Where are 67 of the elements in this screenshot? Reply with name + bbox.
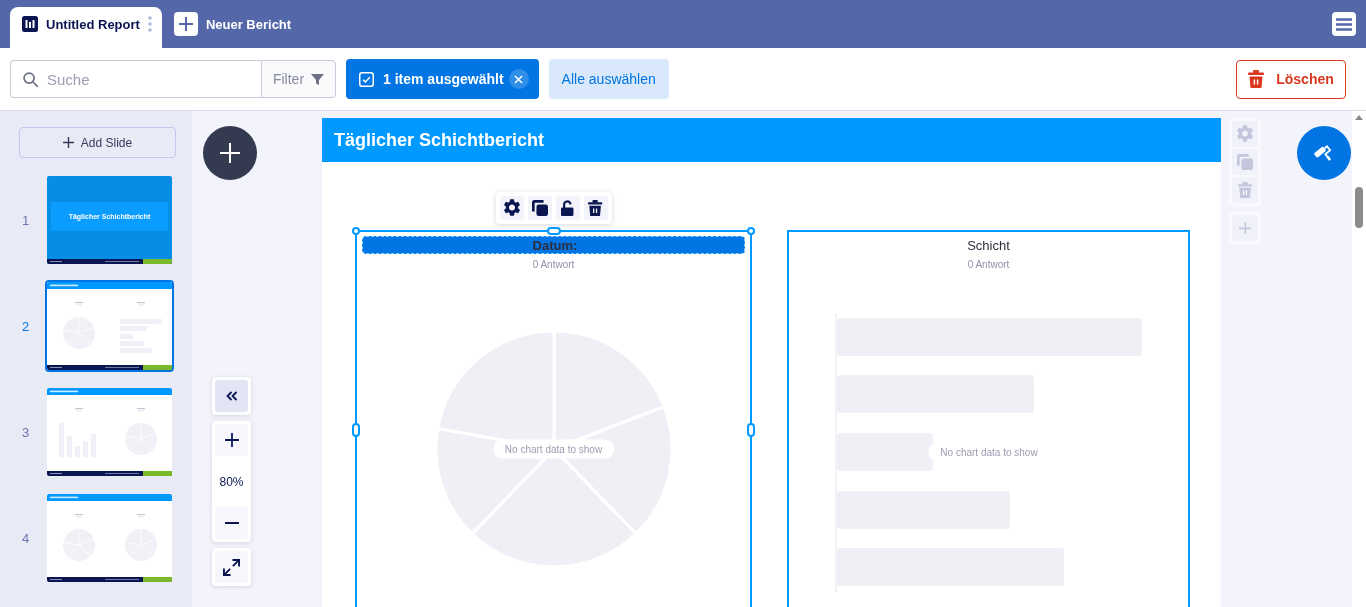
delete-button[interactable]: Löschen <box>1236 59 1346 99</box>
bar-chart-widget[interactable]: Schicht 0 Antwort No chart data to show <box>787 230 1190 607</box>
close-icon <box>514 74 524 84</box>
unlock-button[interactable] <box>555 196 580 220</box>
no-data-label: No chart data to show <box>492 439 615 459</box>
scrollbar-thumb[interactable] <box>1355 187 1363 228</box>
scroll-up-arrow-icon <box>1355 115 1363 120</box>
plus-icon <box>220 143 240 163</box>
selection-chip[interactable]: 1 item ausgewählt <box>346 59 539 99</box>
fullscreen-button[interactable] <box>215 551 248 583</box>
trash-icon <box>588 200 603 216</box>
slide-thumbnail[interactable] <box>45 280 174 372</box>
select-all-button[interactable]: Alle auswählen <box>548 59 669 99</box>
slide-thumbnail[interactable] <box>47 494 172 582</box>
clear-selection-button[interactable] <box>508 69 529 89</box>
widget-title: Schicht <box>966 236 1011 254</box>
settings-button[interactable] <box>499 196 524 220</box>
expand-arrows-icon <box>223 558 240 576</box>
resize-handle[interactable] <box>546 227 561 235</box>
new-report-button[interactable]: Neuer Bericht <box>173 12 292 36</box>
response-count: 0 Antwort <box>967 259 1010 270</box>
checkbox-icon <box>359 71 374 87</box>
slide-title: Täglicher Schichtbericht <box>334 129 545 151</box>
report-tab[interactable]: Untitled Report <box>10 7 162 48</box>
double-chevron-left-icon <box>225 391 238 401</box>
search-field[interactable]: Suche <box>10 60 261 98</box>
collapse-panel-button[interactable] <box>215 380 248 412</box>
menu-button[interactable] <box>1332 12 1356 36</box>
trash-icon <box>1248 70 1265 88</box>
resize-handle[interactable] <box>352 227 360 235</box>
slide-number: 4 <box>22 530 31 546</box>
funnel-icon <box>311 72 325 86</box>
menu-icon <box>1336 17 1352 31</box>
response-count: 0 Antwort <box>532 259 575 270</box>
slide-number: 2 <box>22 318 31 334</box>
resize-handle[interactable] <box>352 423 360 437</box>
plus-icon <box>1238 221 1252 235</box>
plus-icon <box>173 12 198 36</box>
slide-number: 3 <box>22 424 31 440</box>
resize-handle[interactable] <box>747 423 755 437</box>
delete-button[interactable] <box>583 196 608 220</box>
scrollbar[interactable] <box>1352 111 1366 607</box>
zoom-in-button[interactable] <box>215 424 248 456</box>
filter-button[interactable]: Filter <box>261 60 336 98</box>
widget-title: Datum: <box>362 236 745 254</box>
search-icon <box>23 72 38 87</box>
copy-icon <box>531 200 548 216</box>
vertical-dots-icon <box>147 16 152 32</box>
copy-icon <box>1237 154 1253 170</box>
zoom-level: 80% <box>218 473 245 491</box>
minus-icon <box>224 522 239 524</box>
duplicate-button[interactable] <box>527 196 552 220</box>
add-element-button[interactable] <box>203 126 257 180</box>
paint-roller-icon <box>1314 143 1334 163</box>
slide-number: 1 <box>22 212 31 228</box>
add-slide-button[interactable]: Add Slide <box>19 127 176 158</box>
unlocked-padlock-icon <box>561 200 574 216</box>
gear-icon <box>1237 125 1253 143</box>
design-button[interactable] <box>1297 126 1351 180</box>
plus-icon <box>62 137 74 148</box>
plus-icon <box>224 433 239 447</box>
slide-thumbnail[interactable] <box>47 388 172 476</box>
bar-chart-icon <box>22 16 38 32</box>
gear-icon <box>503 199 520 217</box>
trash-icon <box>1237 182 1253 198</box>
zoom-out-button[interactable] <box>215 507 248 539</box>
resize-handle[interactable] <box>747 227 755 235</box>
